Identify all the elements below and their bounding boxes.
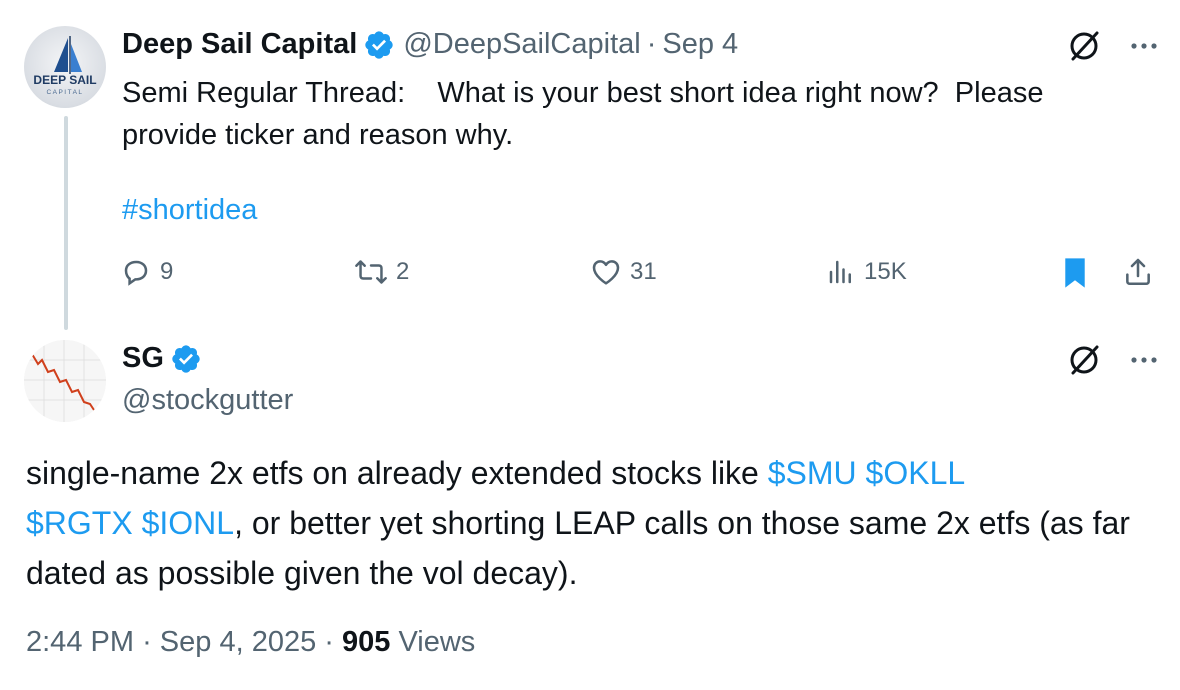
views-icon <box>829 260 851 284</box>
views-count: 905 <box>342 626 391 658</box>
hashtag-link[interactable]: #shortidea <box>122 194 257 227</box>
deep-sail-logo: DEEP SAIL CAPITAL <box>33 36 97 96</box>
views-button[interactable]: 15K <box>826 256 907 288</box>
separator-dot: · <box>142 626 152 658</box>
display-name[interactable]: SG <box>122 342 164 375</box>
more-icon[interactable] <box>1126 28 1162 64</box>
avatar[interactable]: DEEP SAIL CAPITAL <box>24 26 106 108</box>
tweet-meta: 2:44 PM · Sep 4, 2025 · 905 Views <box>26 626 475 659</box>
thread-connector-line <box>64 116 68 330</box>
grok-icon[interactable] <box>1066 342 1102 378</box>
cashtag-links[interactable]: $RGTX $IONL <box>26 505 234 541</box>
handle[interactable]: @stockgutter <box>122 384 293 417</box>
retweet-icon <box>355 260 387 284</box>
handle[interactable]: @DeepSailCapital <box>403 28 640 61</box>
tweet-top-actions <box>1066 28 1162 64</box>
tweet-time[interactable]: 2:44 PM <box>26 626 134 658</box>
display-name[interactable]: Deep Sail Capital <box>122 28 357 61</box>
verified-badge-icon[interactable] <box>170 343 202 375</box>
reply-count: 9 <box>160 258 174 285</box>
views-count: 15K <box>864 258 907 285</box>
tweet-header: Deep Sail Capital @DeepSailCapital · Sep… <box>122 28 738 61</box>
tweet-date[interactable]: Sep 4 <box>662 28 738 61</box>
svg-text:CAPITAL: CAPITAL <box>46 89 83 96</box>
reply-icon <box>124 260 148 286</box>
bookmark-button[interactable] <box>1060 256 1090 290</box>
views-label: Views <box>398 626 476 658</box>
svg-text:DEEP SAIL: DEEP SAIL <box>33 73 96 87</box>
share-icon <box>1126 258 1150 285</box>
tweet-top-actions <box>1066 342 1162 378</box>
bookmark-icon <box>1065 258 1085 288</box>
share-button[interactable] <box>1122 256 1154 288</box>
like-button[interactable]: 31 <box>590 256 657 288</box>
like-icon <box>592 260 620 285</box>
more-icon[interactable] <box>1126 342 1162 378</box>
retweet-count: 2 <box>396 258 410 285</box>
tweet-text-prefix: single-name 2x etfs on already extended … <box>26 455 768 491</box>
separator-dot: · <box>324 626 334 658</box>
tweet-header: SG <box>122 342 202 375</box>
avatar[interactable] <box>24 340 106 422</box>
tweet-text: Semi Regular Thread: What is your best s… <box>122 77 1052 151</box>
tweet-action-bar: 9 2 31 15K <box>120 256 1160 296</box>
retweet-button[interactable]: 2 <box>354 256 409 288</box>
stock-chart-avatar-icon <box>24 340 106 422</box>
like-count: 31 <box>630 258 657 285</box>
cashtag-links[interactable]: $SMU $OKLL <box>768 455 965 491</box>
grok-icon[interactable] <box>1066 28 1102 64</box>
tweet-full-date[interactable]: Sep 4, 2025 <box>160 626 316 658</box>
reply-button[interactable]: 9 <box>120 256 173 288</box>
separator-dot: · <box>646 28 657 60</box>
tweet-text: single-name 2x etfs on already extended … <box>26 448 1166 598</box>
verified-badge-icon[interactable] <box>363 29 395 61</box>
